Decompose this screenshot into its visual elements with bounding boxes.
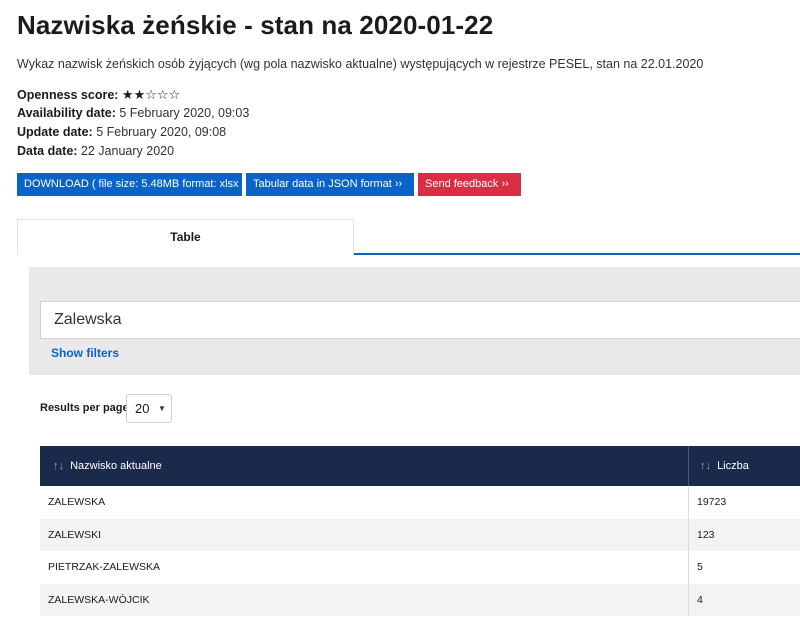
openness-score: Openness score: ★★☆☆☆ — [17, 87, 180, 103]
availability-label: Availability date: — [17, 106, 116, 120]
cell-liczba: 19723 — [688, 486, 800, 519]
cell-nazwisko: PIETRZAK-ZALEWSKA — [48, 561, 161, 573]
update-date: Update date: 5 February 2020, 09:08 — [17, 125, 226, 139]
availability-value: 5 February 2020, 09:03 — [119, 106, 250, 120]
results-per-page-select[interactable]: 20 ▼ — [126, 394, 172, 423]
column-header-label: Nazwisko aktualne — [70, 460, 162, 472]
show-filters-link[interactable]: Show filters — [51, 346, 119, 360]
update-label: Update date: — [17, 125, 93, 139]
tab-underline — [354, 253, 800, 255]
tab-table[interactable]: Table — [17, 219, 354, 255]
cell-nazwisko: ZALEWSKA-WÓJCIK — [48, 593, 150, 606]
sort-icon: ↑↓ — [700, 460, 711, 472]
results-per-page-label: Results per page: — [40, 402, 133, 414]
table-row: PIETRZAK-ZALEWSKA 5 — [40, 551, 800, 584]
page-title: Nazwiska żeńskie - stan na 2020-01-22 — [17, 10, 494, 40]
table-row: ZALEWSKI 123 — [40, 518, 800, 551]
send-feedback-button[interactable]: Send feedback ›› — [418, 173, 521, 196]
update-value: 5 February 2020, 09:08 — [96, 125, 227, 139]
star-rating-icon: ★★☆☆☆ — [121, 87, 181, 102]
table-header: ↑↓ Nazwisko aktualne ↑↓ Liczba — [40, 446, 800, 486]
availability-date: Availability date: 5 February 2020, 09:0… — [17, 106, 249, 120]
cell-liczba: 4 — [688, 583, 800, 616]
table-row: ZALEWSKA-WÓJCIK 4 — [40, 583, 800, 616]
openness-label: Openness score: — [17, 88, 119, 102]
cell-liczba: 123 — [688, 518, 800, 551]
data-date: Data date: 22 January 2020 — [17, 144, 174, 158]
dataset-description: Wykaz nazwisk żeńskich osób żyjących (wg… — [17, 57, 704, 71]
sort-icon: ↑↓ — [53, 460, 64, 472]
cell-nazwisko: ZALEWSKI — [48, 528, 102, 541]
cell-liczba: 5 — [688, 551, 800, 584]
table-row: ZALEWSKA 19723 — [40, 486, 800, 519]
column-header-nazwisko[interactable]: ↑↓ Nazwisko aktualne — [40, 446, 688, 486]
data-date-value: 22 January 2020 — [80, 144, 175, 158]
data-date-label: Data date: — [17, 144, 78, 158]
column-header-label: Liczba — [717, 460, 749, 472]
column-header-liczba[interactable]: ↑↓ Liczba — [688, 446, 800, 486]
data-table: ↑↓ Nazwisko aktualne ↑↓ Liczba ZALEWSKA … — [40, 446, 800, 616]
caret-down-icon: ▼ — [158, 404, 166, 413]
cell-nazwisko: ZALEWSKA — [48, 496, 106, 508]
download-button[interactable]: DOWNLOAD ( file size: 5.48MB format: xls… — [17, 173, 245, 196]
results-per-page-value: 20 — [135, 401, 150, 416]
json-format-button[interactable]: Tabular data in JSON format ›› — [246, 173, 414, 196]
search-input[interactable] — [40, 301, 800, 339]
